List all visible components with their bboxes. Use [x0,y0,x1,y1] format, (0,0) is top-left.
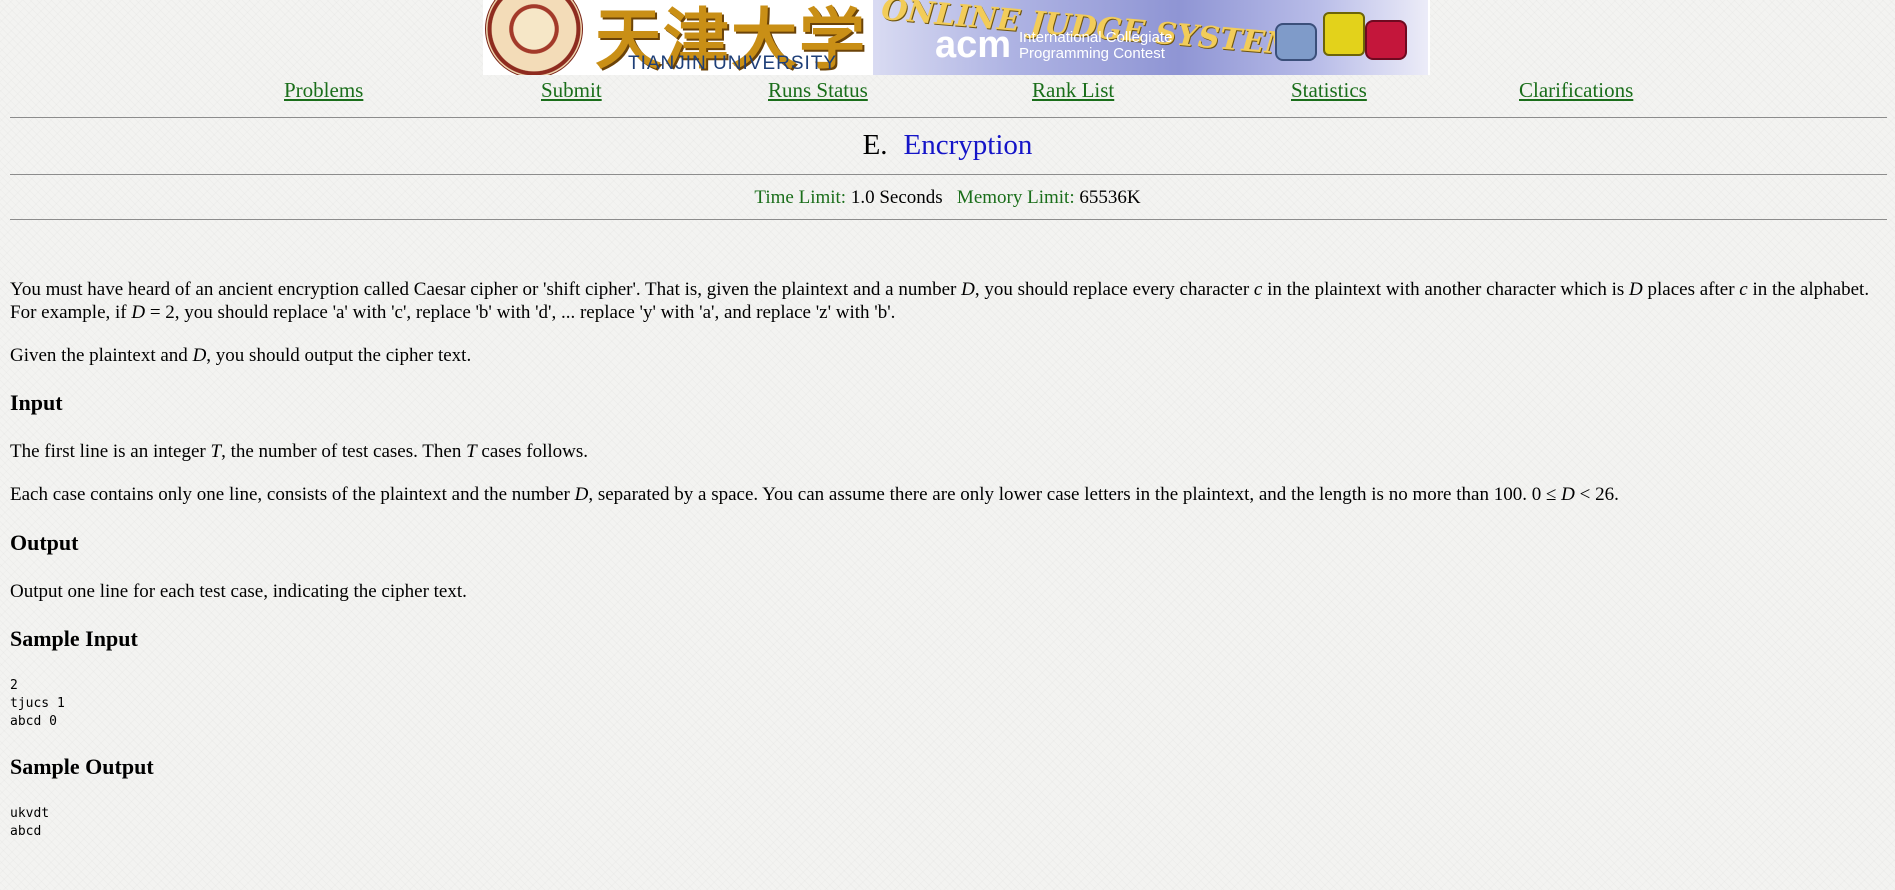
text-segment: places after [1642,279,1740,300]
cloud-icon [1275,23,1317,61]
text-segment: , you should output the cipher text. [206,345,472,366]
text-segment: < 26. [1574,484,1619,505]
input-paragraph-2: Each case contains only one line, consis… [10,483,1880,506]
output-heading: Output [10,530,79,555]
input-paragraph-1: The first line is an integer T, the numb… [10,440,1880,463]
sample-output-block: ukvdt abcd [10,806,50,839]
time-limit-value: 1.0 Seconds [850,187,943,208]
description-paragraph-1: You must have heard of an ancient encryp… [10,278,1880,324]
problem-name: Encryption [903,129,1033,161]
memory-limit-value: 65536K [1079,187,1141,208]
nav-rank-list-link[interactable]: Rank List [1032,78,1114,103]
nav-statistics-link[interactable]: Statistics [1291,78,1367,103]
variable-t: T [210,441,222,462]
problem-limits: Time Limit: 1.0 Seconds Memory Limit: 65… [0,187,1895,209]
text-segment: Each case contains only one line, consis… [10,484,575,505]
apple-icon [1365,20,1407,60]
variable-d: D [1561,484,1575,505]
text-segment: Given the plaintext and [10,345,193,366]
variable-d: D [192,345,207,366]
sample-input-block: 2 tjucs 1 abcd 0 [10,678,65,729]
limits-divider [10,219,1887,220]
text-segment: The first line is an integer [10,441,211,462]
university-name: TIANJIN UNIVERSITY [628,53,838,74]
variable-d: D [1629,279,1643,300]
text-segment: in the plaintext with another character … [1262,279,1630,300]
description-paragraph-2: Given the plaintext and D, you should ou… [10,344,1880,367]
text-segment: , separated by a space. You can assume t… [588,484,1562,505]
input-heading: Input [10,390,63,415]
text-segment: You must have heard of an ancient encryp… [10,279,962,300]
sample-input-heading: Sample Input [10,626,138,651]
acm-logo: acm [935,24,1012,66]
trophy-icon [1323,12,1365,56]
university-seal-logo [485,0,583,75]
text-segment: cases follows. [476,441,588,462]
nav-submit-link[interactable]: Submit [541,78,602,103]
variable-d: D [961,279,975,300]
memory-limit-label: Memory Limit: [956,187,1075,208]
title-divider [10,174,1887,175]
problem-title: E. Encryption [0,129,1895,162]
time-limit-label: Time Limit: [754,187,847,208]
site-banner: 天津大学 TIANJIN UNIVERSITY ONLINE JUDGE SYS… [483,0,1430,75]
variable-c: c [1739,279,1748,300]
icpc-text: International Collegiate Programming Con… [1019,30,1172,62]
text-segment: = 2, you should replace 'a' with 'c', re… [145,302,896,323]
nav-divider [10,117,1887,118]
variable-d: D [131,302,146,323]
variable-t: T [466,441,477,462]
nav-problems-link[interactable]: Problems [284,78,363,103]
output-paragraph: Output one line for each test case, indi… [10,581,467,602]
sample-output-heading: Sample Output [10,754,154,779]
icpc-line-1: International Collegiate [1019,29,1173,46]
problem-id: E. [862,129,888,161]
text-segment: , you should replace every character [974,279,1254,300]
text-segment: , the number of test cases. Then [221,441,467,462]
nav-clarifications-link[interactable]: Clarifications [1519,78,1633,103]
nav-runs-status-link[interactable]: Runs Status [768,78,868,103]
variable-d: D [574,484,589,505]
icpc-line-2: Programming Contest [1019,45,1165,62]
